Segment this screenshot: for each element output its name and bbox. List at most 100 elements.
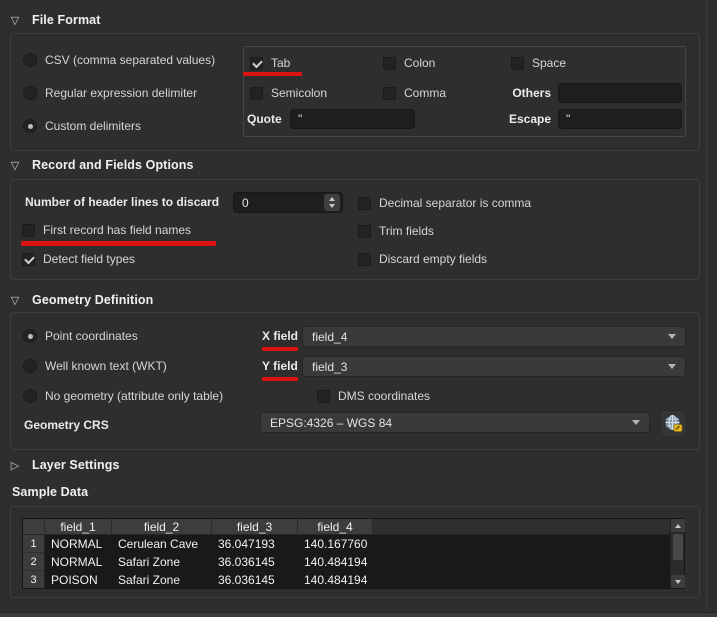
table-body: field_1 field_2 field_3 field_4 1 NORMAL… [23, 519, 670, 588]
row-filler [373, 571, 670, 588]
quote-label: Quote [247, 112, 282, 126]
checkbox-first-record-names[interactable]: First record has field names [22, 221, 191, 239]
table-row: 1 NORMAL Cerulean Cave 36.047193 140.167… [23, 535, 670, 553]
column-header: field_1 [45, 519, 112, 535]
checkbox-colon[interactable]: Colon [383, 54, 435, 72]
semicolon-checkbox-box[interactable] [250, 87, 263, 100]
expanded-triangle-icon: ▽ [8, 159, 22, 172]
expanded-triangle-icon: ▽ [8, 14, 22, 27]
section-title: Geometry Definition [32, 293, 153, 307]
comma-label: Comma [404, 86, 446, 100]
section-header-geometry[interactable]: ▽ Geometry Definition [8, 292, 153, 308]
section-header-file-format[interactable]: ▽ File Format [8, 12, 100, 28]
first-record-checkbox-box[interactable] [22, 224, 35, 237]
radio-csv[interactable]: CSV (comma separated values) [23, 51, 215, 69]
scroll-up-button[interactable] [671, 519, 685, 532]
spin-down-icon[interactable] [329, 204, 335, 208]
checkbox-decimal-comma[interactable]: Decimal separator is comma [358, 194, 531, 212]
header-lines-spinbox[interactable]: 0 [233, 192, 343, 213]
radio-regex-circle[interactable] [23, 86, 37, 100]
quote-label-row: Quote [247, 110, 282, 128]
table-cell: NORMAL [45, 535, 112, 553]
comma-checkbox-box[interactable] [383, 87, 396, 100]
tab-checkbox-box[interactable] [250, 57, 263, 70]
delimited-text-import-dialog: ▽ File Format CSV (comma separated value… [0, 0, 717, 617]
spin-up-icon[interactable] [329, 197, 335, 201]
radio-point-circle[interactable] [23, 329, 37, 343]
trim-fields-checkbox-box[interactable] [358, 225, 371, 238]
checkbox-semicolon[interactable]: Semicolon [250, 84, 327, 102]
radio-custom-delimiters[interactable]: Custom delimiters [23, 117, 141, 135]
annotation-underline-y-field [262, 377, 298, 381]
escape-label-row: Escape [495, 110, 551, 128]
colon-checkbox-box[interactable] [383, 57, 396, 70]
y-field-value: field_3 [312, 360, 347, 374]
spinbox-value: 0 [234, 196, 324, 210]
x-field-combobox[interactable]: field_4 [302, 326, 686, 347]
geometry-crs-label-row: Geometry CRS [24, 416, 109, 434]
annotation-underline-first-record [21, 241, 216, 246]
section-title: File Format [32, 13, 100, 27]
radio-custom-label: Custom delimiters [45, 119, 141, 133]
sample-data-table: field_1 field_2 field_3 field_4 1 NORMAL… [22, 518, 685, 589]
others-input[interactable] [558, 83, 682, 103]
scrollbar-thumb[interactable] [673, 534, 683, 560]
checkbox-dms-coordinates[interactable]: DMS coordinates [317, 387, 430, 405]
radio-no-geometry-circle[interactable] [23, 389, 37, 403]
crs-value: EPSG:4326 – WGS 84 [270, 416, 392, 430]
space-checkbox-box[interactable] [511, 57, 524, 70]
row-filler [373, 535, 670, 553]
radio-point-label: Point coordinates [45, 329, 138, 343]
radio-wkt[interactable]: Well known text (WKT) [23, 357, 167, 375]
discard-empty-label: Discard empty fields [379, 252, 487, 266]
section-header-layer-settings[interactable]: ▷ Layer Settings [8, 457, 120, 473]
radio-csv-label: CSV (comma separated values) [45, 53, 215, 67]
collapsed-triangle-icon: ▷ [8, 459, 22, 472]
radio-point-coordinates[interactable]: Point coordinates [23, 327, 138, 345]
checkbox-trim-fields[interactable]: Trim fields [358, 222, 434, 240]
select-crs-button[interactable] [660, 410, 687, 437]
checkbox-tab[interactable]: Tab [250, 54, 290, 72]
detect-types-label: Detect field types [43, 252, 135, 266]
space-label: Space [532, 56, 566, 70]
escape-input[interactable] [558, 109, 682, 129]
radio-csv-circle[interactable] [23, 53, 37, 67]
section-title: Record and Fields Options [32, 158, 194, 172]
y-field-label: Y field [262, 359, 298, 373]
radio-regex[interactable]: Regular expression delimiter [23, 84, 197, 102]
y-field-label-row: Y field [262, 357, 298, 375]
y-field-combobox[interactable]: field_3 [302, 356, 686, 377]
decimal-comma-checkbox-box[interactable] [358, 197, 371, 210]
radio-wkt-circle[interactable] [23, 359, 37, 373]
scroll-down-icon [675, 580, 681, 584]
discard-empty-checkbox-box[interactable] [358, 253, 371, 266]
chevron-down-icon [668, 364, 676, 369]
colon-label: Colon [404, 56, 435, 70]
table-row: 3 POISON Safari Zone 36.036145 140.48419… [23, 571, 670, 588]
dms-checkbox-box[interactable] [317, 390, 330, 403]
table-cell: POISON [45, 571, 112, 588]
table-scrollbar[interactable] [670, 519, 684, 588]
scroll-down-button[interactable] [671, 575, 685, 588]
annotation-underline-x-field [262, 347, 298, 351]
checkbox-discard-empty[interactable]: Discard empty fields [358, 250, 487, 268]
radio-no-geometry-label: No geometry (attribute only table) [45, 389, 223, 403]
quote-input[interactable] [290, 109, 415, 129]
sample-data-header: Sample Data [12, 484, 88, 500]
right-edge-divider [706, 0, 707, 617]
checkbox-comma[interactable]: Comma [383, 84, 446, 102]
others-label: Others [512, 86, 551, 100]
checkbox-space[interactable]: Space [511, 54, 566, 72]
chevron-down-icon [632, 420, 640, 425]
header-lines-label: Number of header lines to discard [25, 195, 219, 209]
crs-combobox[interactable]: EPSG:4326 – WGS 84 [260, 412, 650, 433]
section-header-record-options[interactable]: ▽ Record and Fields Options [8, 157, 194, 173]
radio-no-geometry[interactable]: No geometry (attribute only table) [23, 387, 223, 405]
table-cell: 140.167760 [298, 535, 373, 553]
detect-types-checkbox-box[interactable] [22, 253, 35, 266]
radio-custom-circle[interactable] [23, 119, 37, 133]
checkbox-detect-field-types[interactable]: Detect field types [22, 250, 135, 268]
spinbox-steppers[interactable] [324, 194, 340, 211]
header-lines-label-row: Number of header lines to discard [25, 193, 219, 211]
row-filler [373, 553, 670, 571]
